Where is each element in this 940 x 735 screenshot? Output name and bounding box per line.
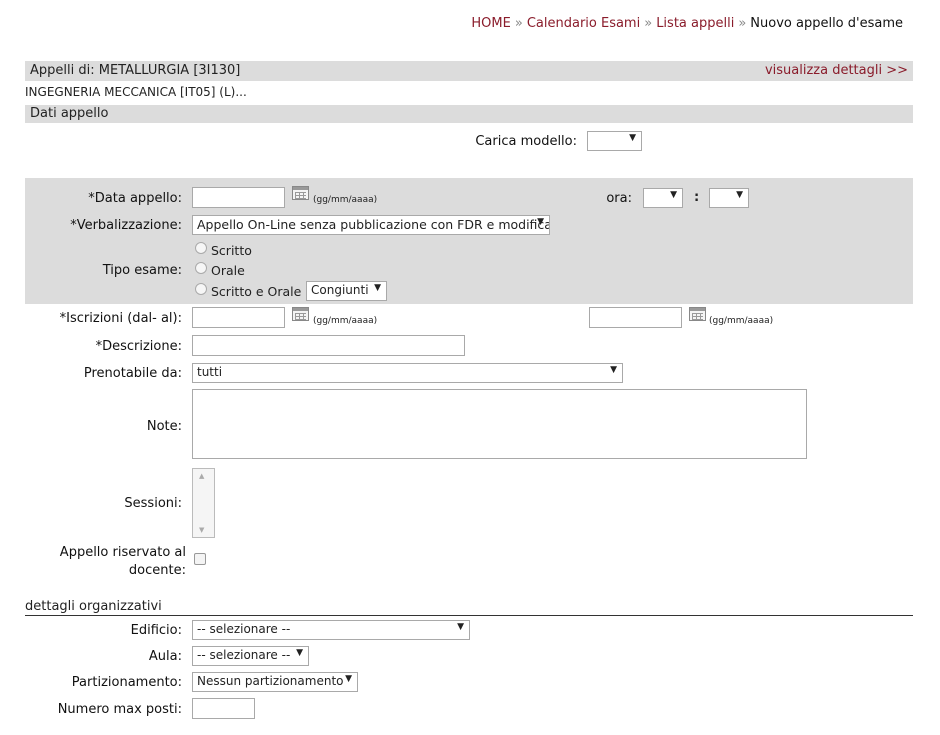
radio-orale[interactable] (195, 262, 207, 274)
ora-minute-select[interactable]: ▼ (709, 188, 749, 208)
congiunti-select[interactable]: Congiunti ▼ (306, 281, 387, 301)
edificio-select[interactable]: -- selezionare -- ▼ (192, 620, 470, 640)
riservato-label-line2: docente: (128, 563, 186, 578)
chevron-down-icon: ▼ (537, 217, 544, 227)
scroll-down-icon[interactable]: ▼ (199, 526, 204, 534)
ora-label: ora: (606, 191, 632, 206)
carica-modello-label: Carica modello: (475, 134, 577, 149)
aula-select[interactable]: -- selezionare -- ▼ (192, 646, 309, 666)
radio-scritto-orale[interactable] (195, 283, 207, 295)
partizionamento-label: Partizionamento: (71, 675, 182, 690)
chevron-down-icon: ▼ (629, 133, 636, 143)
scroll-up-icon[interactable]: ▲ (199, 472, 204, 480)
iscrizioni-to-input[interactable] (589, 307, 682, 328)
radio-scritto-label: Scritto (211, 243, 252, 258)
breadcrumb-separator: » (644, 16, 653, 31)
course-subtitle: INGEGNERIA MECCANICA [IT05] (L)... (25, 85, 247, 99)
prenotabile-select[interactable]: tutti ▼ (192, 363, 623, 383)
sessioni-listbox[interactable]: ▲ ▼ (192, 468, 215, 538)
chevron-down-icon: ▼ (374, 283, 381, 293)
calendar-icon[interactable] (689, 307, 706, 321)
data-appello-input[interactable] (192, 187, 285, 208)
details-link[interactable]: visualizza dettagli >> (765, 63, 908, 78)
max-posti-label: Numero max posti: (57, 702, 182, 717)
breadcrumb: HOME» Calendario Esami» Lista appelli» Nuov… (471, 16, 903, 31)
edificio-label: Edificio: (130, 623, 182, 638)
radio-orale-label: Orale (211, 263, 245, 278)
riservato-checkbox[interactable] (194, 553, 206, 565)
iscrizioni-label: *Iscrizioni (dal- al): (59, 311, 182, 326)
ora-hour-select[interactable]: ▼ (643, 188, 683, 208)
note-label: Note: (146, 419, 182, 434)
riservato-label: Appello riservato al docente: (25, 544, 186, 580)
date-format-hint: (gg/mm/aaaa) (313, 316, 378, 326)
breadcrumb-current: Nuovo appello d'esame (750, 16, 903, 31)
calendar-icon[interactable] (292, 186, 309, 200)
date-format-hint: (gg/mm/aaaa) (709, 316, 774, 326)
max-posti-input[interactable] (192, 698, 255, 719)
course-title: Appelli di: METALLURGIA [3I130] (30, 63, 241, 78)
radio-scritto-orale-label: Scritto e Orale (211, 284, 302, 299)
section-dati-appello (25, 105, 913, 123)
riservato-label-line1: Appello riservato al (59, 545, 186, 560)
verbalizzazione-label: *Verbalizzazione: (70, 218, 182, 233)
chevron-down-icon: ▼ (296, 648, 303, 658)
calendar-icon[interactable] (292, 307, 309, 321)
chevron-down-icon: ▼ (610, 365, 617, 375)
radio-scritto[interactable] (195, 242, 207, 254)
section-dati-title: Dati appello (30, 106, 109, 121)
descrizione-input[interactable] (192, 335, 465, 356)
sessioni-label: Sessioni: (124, 496, 182, 511)
ora-separator: : (694, 190, 700, 205)
chevron-down-icon: ▼ (457, 622, 464, 632)
iscrizioni-from-input[interactable] (192, 307, 285, 328)
section-divider (25, 615, 913, 616)
tipo-esame-label: Tipo esame: (102, 263, 182, 278)
section-org-title: dettagli organizzativi (25, 599, 162, 614)
data-appello-label: *Data appello: (88, 191, 182, 206)
descrizione-label: *Descrizione: (95, 339, 182, 354)
chevron-down-icon: ▼ (345, 674, 352, 684)
breadcrumb-home-link[interactable]: HOME (471, 16, 510, 31)
note-textarea[interactable] (192, 389, 807, 459)
prenotabile-label: Prenotabile da: (83, 366, 182, 381)
chevron-down-icon: ▼ (670, 190, 677, 200)
breadcrumb-list-link[interactable]: Lista appelli (656, 16, 734, 31)
chevron-down-icon: ▼ (736, 190, 743, 200)
carica-modello-select[interactable]: ▼ (587, 131, 642, 151)
partizionamento-select[interactable]: Nessun partizionamento ▼ (192, 672, 358, 692)
date-format-hint: (gg/mm/aaaa) (313, 195, 378, 205)
aula-label: Aula: (148, 649, 182, 664)
breadcrumb-separator: » (514, 16, 523, 31)
breadcrumb-calendar-link[interactable]: Calendario Esami (527, 16, 640, 31)
verbalizzazione-select[interactable]: Appello On-Line senza pubblicazione con … (192, 215, 550, 235)
breadcrumb-separator: » (738, 16, 747, 31)
